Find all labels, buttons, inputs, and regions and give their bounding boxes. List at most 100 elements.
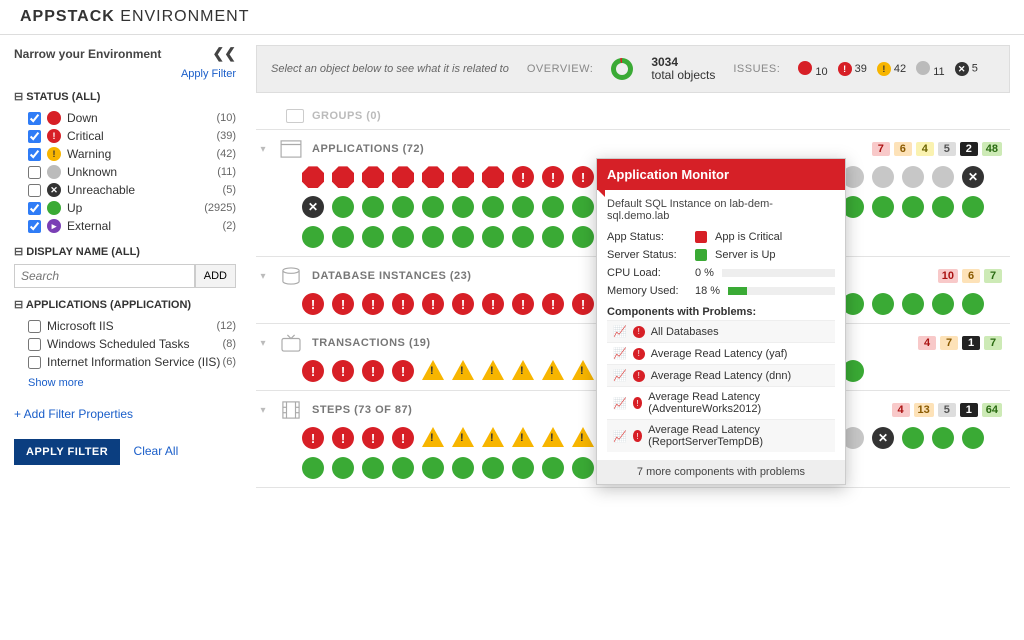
add-button[interactable]: ADD xyxy=(195,264,236,288)
object-dot-warn[interactable] xyxy=(542,360,564,380)
object-dot-up[interactable] xyxy=(452,196,474,218)
object-dot-crit[interactable] xyxy=(542,166,564,188)
object-dot-up[interactable] xyxy=(422,226,444,248)
object-dot-up[interactable] xyxy=(542,226,564,248)
object-dot-oct[interactable] xyxy=(362,166,384,188)
display-name-section-toggle[interactable]: DISPLAY NAME (ALL) xyxy=(14,245,236,258)
object-dot-warn[interactable] xyxy=(512,427,534,447)
object-dot-up[interactable] xyxy=(932,293,954,315)
object-dot-up[interactable] xyxy=(572,196,594,218)
object-dot-up[interactable] xyxy=(902,196,924,218)
expand-toggle-icon[interactable]: ▾ xyxy=(256,405,270,416)
object-dot-warn[interactable] xyxy=(542,427,564,447)
object-dot-up[interactable] xyxy=(932,196,954,218)
object-dot-crit[interactable] xyxy=(572,293,594,315)
object-dot-crit[interactable] xyxy=(542,293,564,315)
apply-filter-button[interactable]: APPLY FILTER xyxy=(14,439,120,465)
problem-component-item[interactable]: 📈!Average Read Latency (ReportServerTemp… xyxy=(607,419,835,452)
object-dot-oct[interactable] xyxy=(302,166,324,188)
object-dot-warn[interactable] xyxy=(452,360,474,380)
object-dot-up[interactable] xyxy=(482,196,504,218)
object-dot-crit[interactable] xyxy=(512,166,534,188)
object-dot-oct[interactable] xyxy=(482,166,504,188)
status-section-toggle[interactable]: STATUS (ALL) xyxy=(14,90,236,103)
object-dot-warn[interactable] xyxy=(572,360,594,380)
status-filter-up[interactable]: Up xyxy=(28,201,82,215)
object-dot-up[interactable] xyxy=(332,226,354,248)
object-dot-up[interactable] xyxy=(962,196,984,218)
object-dot-crit[interactable] xyxy=(302,360,324,382)
object-dot-oct[interactable] xyxy=(422,166,444,188)
object-dot-up[interactable] xyxy=(392,457,414,479)
problem-component-item[interactable]: 📈!Average Read Latency (AdventureWorks20… xyxy=(607,386,835,419)
object-dot-crit[interactable] xyxy=(362,360,384,382)
object-dot-unr[interactable] xyxy=(302,196,324,218)
object-dot-up[interactable] xyxy=(362,457,384,479)
object-dot-warn[interactable] xyxy=(482,427,504,447)
object-dot-crit[interactable] xyxy=(482,293,504,315)
problem-component-item[interactable]: 📈!Average Read Latency (yaf) xyxy=(607,342,835,364)
object-dot-up[interactable] xyxy=(932,427,954,449)
object-dot-up[interactable] xyxy=(362,226,384,248)
object-dot-up[interactable] xyxy=(572,226,594,248)
object-dot-up[interactable] xyxy=(362,196,384,218)
applications-section-toggle[interactable]: APPLICATIONS (APPLICATION) xyxy=(14,298,236,311)
status-filter-critical[interactable]: ! Critical xyxy=(28,129,104,143)
problem-component-item[interactable]: 📈!Average Read Latency (dnn) xyxy=(607,364,835,386)
object-dot-up[interactable] xyxy=(302,226,324,248)
search-input[interactable] xyxy=(14,264,195,288)
object-dot-up[interactable] xyxy=(872,293,894,315)
object-dot-crit[interactable] xyxy=(302,427,324,449)
object-dot-up[interactable] xyxy=(482,457,504,479)
object-dot-crit[interactable] xyxy=(332,293,354,315)
status-filter-unreachable[interactable]: ✕ Unreachable xyxy=(28,183,135,197)
object-dot-up[interactable] xyxy=(392,196,414,218)
object-dot-crit[interactable] xyxy=(452,293,474,315)
object-dot-up[interactable] xyxy=(422,196,444,218)
object-dot-crit[interactable] xyxy=(392,360,414,382)
object-dot-up[interactable] xyxy=(962,427,984,449)
object-dot-warn[interactable] xyxy=(512,360,534,380)
object-dot-up[interactable] xyxy=(302,457,324,479)
app-filter-item[interactable]: Windows Scheduled Tasks xyxy=(28,337,190,351)
object-dot-crit[interactable] xyxy=(512,293,534,315)
expand-toggle-icon[interactable]: ▾ xyxy=(256,144,270,155)
object-dot-up[interactable] xyxy=(572,457,594,479)
show-more-link[interactable]: Show more xyxy=(28,377,236,389)
clear-all-link[interactable]: Clear All xyxy=(134,444,179,458)
object-dot-up[interactable] xyxy=(902,427,924,449)
object-dot-warn[interactable] xyxy=(482,360,504,380)
object-dot-up[interactable] xyxy=(332,457,354,479)
object-dot-up[interactable] xyxy=(872,196,894,218)
object-dot-warn[interactable] xyxy=(452,427,474,447)
object-dot-up[interactable] xyxy=(512,226,534,248)
object-dot-unk[interactable] xyxy=(872,166,894,188)
object-dot-unk[interactable] xyxy=(932,166,954,188)
object-dot-warn[interactable] xyxy=(422,360,444,380)
object-dot-crit[interactable] xyxy=(422,293,444,315)
object-dot-warn[interactable] xyxy=(422,427,444,447)
expand-toggle-icon[interactable]: ▾ xyxy=(256,271,270,282)
object-dot-up[interactable] xyxy=(542,196,564,218)
popover-more-link[interactable]: 7 more components with problems xyxy=(597,460,845,484)
status-filter-warning[interactable]: ! Warning xyxy=(28,147,111,161)
problem-component-item[interactable]: 📈!All Databases xyxy=(607,320,835,342)
app-filter-item[interactable]: Internet Information Service (IIS) xyxy=(28,355,220,369)
object-dot-up[interactable] xyxy=(422,457,444,479)
add-filter-properties-link[interactable]: + Add Filter Properties xyxy=(14,407,236,421)
object-dot-crit[interactable] xyxy=(332,427,354,449)
apply-filter-link[interactable]: Apply Filter xyxy=(14,68,236,80)
object-dot-warn[interactable] xyxy=(572,427,594,447)
object-dot-oct[interactable] xyxy=(392,166,414,188)
object-dot-up[interactable] xyxy=(452,457,474,479)
object-dot-up[interactable] xyxy=(512,457,534,479)
object-dot-crit[interactable] xyxy=(362,293,384,315)
object-dot-up[interactable] xyxy=(452,226,474,248)
object-dot-crit[interactable] xyxy=(302,293,324,315)
object-dot-crit[interactable] xyxy=(332,360,354,382)
object-dot-up[interactable] xyxy=(962,293,984,315)
collapse-sidebar-icon[interactable]: ❮❮ xyxy=(213,45,236,62)
object-dot-up[interactable] xyxy=(512,196,534,218)
groups-row[interactable]: GROUPS (0) xyxy=(256,103,1010,129)
object-dot-up[interactable] xyxy=(392,226,414,248)
